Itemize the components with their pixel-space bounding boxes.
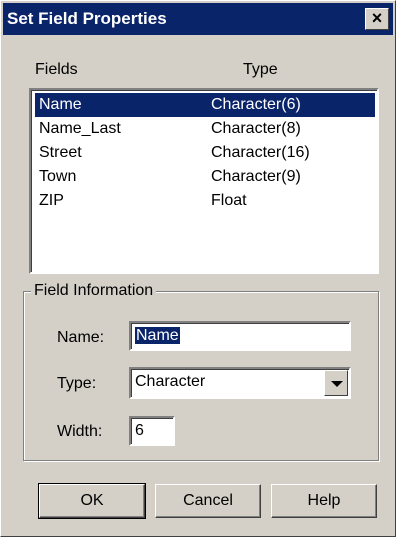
fields-column-header: Fields xyxy=(35,61,78,78)
field-name: Street xyxy=(39,144,82,161)
field-type: Character(8) xyxy=(211,120,301,137)
field-name: Town xyxy=(39,168,77,185)
close-icon: × xyxy=(371,8,383,28)
type-column-header: Type xyxy=(243,61,278,78)
set-field-properties-dialog: Set Field Properties × Fields Type Name … xyxy=(0,0,396,537)
type-label: Type: xyxy=(57,375,97,392)
field-type: Character(9) xyxy=(211,168,301,185)
type-dropdown-value: Character xyxy=(135,373,206,390)
name-label: Name: xyxy=(57,329,105,346)
width-field[interactable]: 6 xyxy=(129,416,175,446)
list-item[interactable]: Name Character(6) xyxy=(35,93,375,117)
close-button[interactable]: × xyxy=(365,8,389,30)
fields-listbox[interactable]: Name Character(6) Name_Last Character(8)… xyxy=(29,88,379,274)
name-input-value: Name xyxy=(135,327,180,344)
field-type: Float xyxy=(211,192,247,209)
chevron-down-icon xyxy=(331,381,343,387)
type-dropdown[interactable]: Character xyxy=(129,367,351,399)
list-item[interactable]: Street Character(16) xyxy=(35,141,375,165)
field-type: Character(6) xyxy=(211,96,301,113)
list-item[interactable]: ZIP Float xyxy=(35,189,375,213)
list-item[interactable]: Town Character(9) xyxy=(35,165,375,189)
title-bar[interactable]: Set Field Properties × xyxy=(3,3,393,35)
list-item[interactable]: Name_Last Character(8) xyxy=(35,117,375,141)
type-dropdown-button[interactable] xyxy=(324,370,348,396)
help-button[interactable]: Help xyxy=(271,484,377,518)
field-type: Character(16) xyxy=(211,144,310,161)
field-name: ZIP xyxy=(39,192,64,209)
field-name: Name xyxy=(39,96,82,113)
cancel-button[interactable]: Cancel xyxy=(155,484,261,518)
width-field-value: 6 xyxy=(135,422,144,439)
name-input[interactable]: Name xyxy=(129,321,351,351)
field-name: Name_Last xyxy=(39,120,121,137)
window-title: Set Field Properties xyxy=(7,9,167,28)
width-label: Width: xyxy=(57,423,103,440)
ok-button[interactable]: OK xyxy=(38,483,146,519)
field-information-legend: Field Information xyxy=(31,281,157,301)
